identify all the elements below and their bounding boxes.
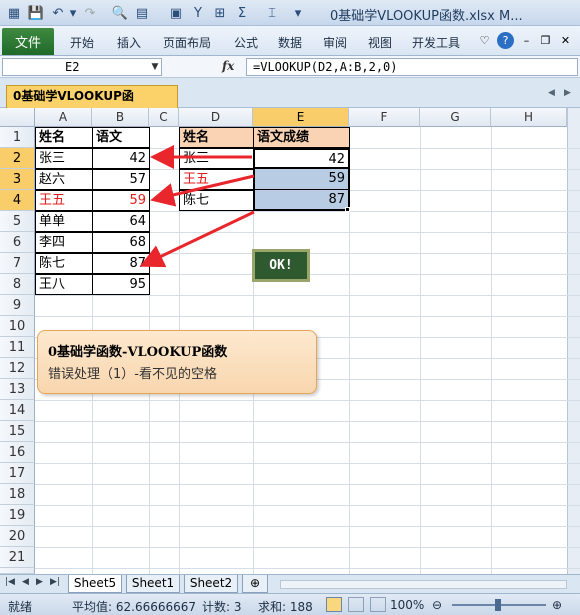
horizontal-scrollbar[interactable] (280, 580, 567, 589)
workbook-tab-strip: 0基础学VLOOKUP函数.xlsx ◀ ▶ (0, 78, 580, 123)
status-sum: 求和: 188 (258, 600, 313, 614)
help-icon[interactable]: ? (497, 32, 514, 49)
sheet-tab-sheet2[interactable]: Sheet2 (184, 575, 238, 593)
last-sheet-icon[interactable]: ▶| (50, 577, 60, 587)
formula-bar: E2 ▼ fx =VLOOKUP(D2,A:B,2,0) (0, 56, 580, 78)
tab-page-layout[interactable]: 页面布局 (163, 34, 211, 51)
title-bar: ▦ 💾 ↶ ▾ ↷ 🔍 ▤ ▣ Y ⊞ Σ ⌶ ▾ 0基础学VLOOKUP函数.… (0, 0, 580, 26)
zoom-out-icon[interactable]: ⊖ (432, 598, 442, 612)
undo-icon[interactable]: ↶ (50, 4, 66, 22)
print-preview-icon[interactable]: 🔍 (112, 4, 128, 22)
status-average: 平均值: 62.66666667 (72, 600, 197, 614)
close-icon[interactable]: ✕ (557, 32, 574, 49)
filter-icon[interactable]: Y (190, 4, 206, 22)
worksheet-grid[interactable]: A B C D E F G H 1 2 3 4 5 6 7 8 9 10 11 … (0, 108, 580, 590)
save-icon[interactable]: 💾 (28, 4, 44, 22)
tab-insert[interactable]: 插入 (117, 34, 141, 51)
next-sheet-icon[interactable]: ▶ (36, 577, 43, 587)
zoom-level[interactable]: 100% (390, 598, 424, 612)
restore-icon[interactable]: ❐ (537, 32, 554, 49)
prev-sheet-icon[interactable]: ◀ (22, 577, 29, 587)
note-subtitle: 错误处理（1）-看不见的空格 (48, 367, 217, 382)
format-icon[interactable]: ▤ (134, 4, 150, 22)
redo-icon[interactable]: ↷ (82, 4, 98, 22)
clear-icon[interactable]: ⌶ (264, 4, 280, 22)
tab-review[interactable]: 审阅 (323, 34, 347, 51)
scroll-right-icon[interactable]: ▶ (564, 88, 571, 98)
tab-data[interactable]: 数据 (278, 34, 302, 51)
tab-formulas[interactable]: 公式 (234, 34, 258, 51)
sheet-tab-sheet1[interactable]: Sheet1 (126, 575, 180, 593)
status-count: 计数: 3 (202, 600, 242, 614)
insert-function-icon[interactable]: fx (222, 59, 234, 73)
first-sheet-icon[interactable]: |◀ (5, 577, 15, 587)
sheet-tab-bar: |◀ ◀ ▶ ▶| Sheet5 Sheet1 Sheet2 ⊕ (0, 574, 580, 593)
ok-label-box: OK! (252, 249, 310, 282)
sheet-tab-sheet5[interactable]: Sheet5 (68, 575, 122, 593)
name-box[interactable]: E2 (2, 58, 162, 76)
sum-icon[interactable]: Σ (234, 4, 250, 22)
excel-app-icon[interactable]: ▦ (6, 4, 22, 22)
note-title: 0基础学函数-VLOOKUP函数 (48, 345, 228, 360)
normal-view-icon[interactable] (326, 597, 342, 612)
minimize-ribbon-icon[interactable]: – (518, 32, 535, 49)
formula-input[interactable]: =VLOOKUP(D2,A:B,2,0) (246, 58, 578, 76)
more-icon[interactable]: ▾ (292, 4, 304, 22)
tab-developer[interactable]: 开发工具 (412, 34, 460, 51)
ribbon-tabs: 文件 开始 插入 页面布局 公式 数据 审阅 视图 开发工具 ♡ ? – ❐ ✕ (0, 26, 580, 56)
tab-view[interactable]: 视图 (368, 34, 392, 51)
undo-dropdown-icon[interactable]: ▾ (68, 4, 78, 22)
tab-home[interactable]: 开始 (70, 34, 94, 51)
name-box-dropdown-icon[interactable]: ▼ (148, 58, 162, 76)
heart-icon[interactable]: ♡ (476, 32, 493, 49)
zoom-slider-thumb[interactable] (495, 599, 501, 611)
status-bar: 就绪 平均值: 62.66666667 计数: 3 求和: 188 100% ⊖… (0, 593, 580, 615)
form-icon[interactable]: ▣ (168, 4, 184, 22)
window-title: 0基础学VLOOKUP函数.xlsx M... (330, 9, 523, 24)
note-callout: 0基础学函数-VLOOKUP函数 错误处理（1）-看不见的空格 (37, 330, 317, 394)
file-tab[interactable]: 文件 (2, 28, 54, 55)
page-layout-view-icon[interactable] (348, 597, 364, 612)
zoom-in-icon[interactable]: ⊕ (552, 598, 562, 612)
border-icon[interactable]: ⊞ (212, 4, 228, 22)
new-sheet-icon[interactable]: ⊕ (242, 575, 268, 593)
scroll-left-icon[interactable]: ◀ (548, 88, 555, 98)
arrow-e3-to-b4 (150, 174, 255, 207)
arrow-e4-to-b7 (139, 210, 255, 268)
workbook-tab[interactable]: 0基础学VLOOKUP函数.xlsx (6, 85, 178, 123)
status-mode: 就绪 (8, 600, 33, 614)
page-break-view-icon[interactable] (370, 597, 386, 612)
